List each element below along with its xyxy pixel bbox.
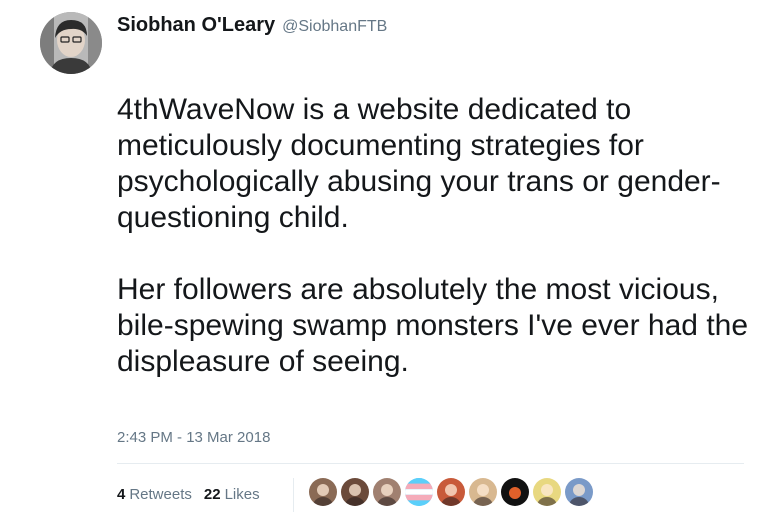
liker-avatar-9[interactable]	[565, 478, 593, 506]
liker-avatar-6[interactable]	[469, 478, 497, 506]
liker-avatar-7[interactable]	[501, 478, 529, 506]
tweet-timestamp[interactable]: 2:43 PM - 13 Mar 2018	[117, 429, 270, 446]
tweet-header: Siobhan O'Leary @SiobhanFTB	[117, 14, 387, 40]
likes-stat[interactable]: 22 Likes	[204, 486, 260, 503]
tweet-stats: 4 Retweets 22 Likes	[117, 486, 272, 503]
tweet-paragraph-2: Her followers are absolutely the most vi…	[117, 273, 749, 378]
retweets-label: Retweets	[129, 486, 192, 503]
tweet-paragraph-1: 4thWaveNow is a website dedicated to met…	[117, 93, 721, 234]
author-display-name[interactable]: Siobhan O'Leary	[117, 14, 275, 37]
retweets-stat[interactable]: 4 Retweets	[117, 486, 192, 503]
liker-avatar-4[interactable]	[405, 478, 433, 506]
liker-avatar-3[interactable]	[373, 478, 401, 506]
retweets-count: 4	[117, 486, 126, 503]
tweet-text: 4thWaveNow is a website dedicated to met…	[117, 92, 757, 380]
liker-avatar-1[interactable]	[309, 478, 337, 506]
likes-count: 22	[203, 486, 221, 503]
tweet-card: Siobhan O'Leary @SiobhanFTB 4thWaveNow i…	[0, 0, 777, 522]
author-handle[interactable]: @SiobhanFTB	[282, 18, 387, 36]
liker-avatar-5[interactable]	[437, 478, 465, 506]
divider	[117, 463, 744, 464]
liker-avatar-8[interactable]	[533, 478, 561, 506]
liker-avatars	[309, 478, 593, 506]
author-avatar[interactable]	[40, 12, 102, 74]
stats-separator	[293, 478, 294, 512]
likes-label: Likes	[224, 486, 260, 503]
liker-avatar-2[interactable]	[341, 478, 369, 506]
